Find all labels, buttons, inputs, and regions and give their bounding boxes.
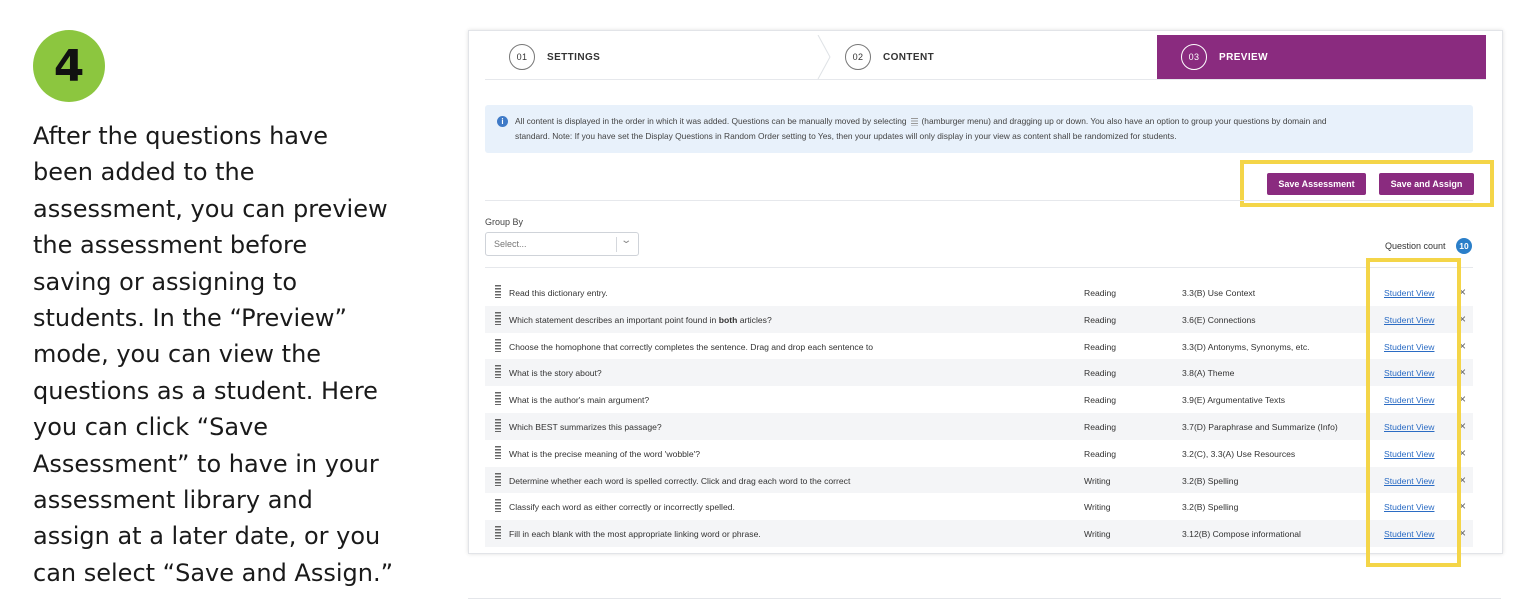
question-standard: 3.3(B) Use Context — [1182, 288, 1256, 298]
drag-handle-icon[interactable] — [495, 418, 501, 432]
divider — [485, 267, 1473, 268]
instruction-line: been added to the — [33, 158, 255, 187]
step-number: 02 — [845, 44, 871, 70]
step-label: SETTINGS — [547, 51, 601, 63]
question-row[interactable]: What is the story about? Reading 3.8(A) … — [485, 359, 1473, 387]
question-text: Determine whether each word is spelled c… — [509, 475, 851, 486]
question-text: Which BEST summarizes this passage? — [509, 421, 662, 432]
question-text: Which statement describes an important p… — [509, 315, 772, 325]
question-row[interactable]: Fill in each blank with the most appropr… — [485, 520, 1473, 547]
question-domain: Reading — [1084, 288, 1117, 298]
assessment-preview-panel: 01 SETTINGS 02 CONTENT 03 PREVIEW i All … — [468, 30, 1503, 554]
instruction-text: After the questions have been added to t… — [33, 118, 423, 591]
question-count-label: Question count — [1385, 241, 1446, 251]
question-domain: Reading — [1084, 368, 1117, 379]
question-standard: 3.3(D) Antonyms, Synonyms, etc. — [1182, 341, 1310, 352]
drag-handle-icon[interactable] — [495, 499, 501, 513]
question-text: Read this dictionary entry. — [509, 288, 608, 298]
question-row[interactable]: Classify each word as either correctly o… — [485, 493, 1473, 520]
question-text: Classify each word as either correctly o… — [509, 502, 735, 513]
question-row[interactable]: Which statement describes an important p… — [485, 305, 1473, 333]
question-text-part: articles? — [737, 314, 772, 325]
question-list: Read this dictionary entry. Reading 3.3(… — [485, 279, 1473, 547]
drag-handle-icon[interactable] — [495, 445, 501, 459]
instruction-line: assessment, you can preview — [33, 194, 388, 223]
instruction-line: mode, you can view the — [33, 340, 322, 369]
instruction-line: assessment library and — [33, 486, 313, 515]
question-standard: 3.2(B) Spelling — [1182, 475, 1239, 486]
question-text: What is the story about? — [509, 368, 602, 379]
question-text: What is the author's main argument? — [509, 395, 650, 406]
step-number: 03 — [1181, 44, 1207, 70]
question-domain: Reading — [1084, 341, 1117, 352]
question-standard: 3.9(E) Argumentative Texts — [1182, 395, 1286, 406]
question-row[interactable]: What is the author's main argument? Read… — [485, 386, 1473, 413]
instruction-line: assign at a later date, or you — [33, 522, 381, 551]
select-placeholder: Select... — [494, 239, 527, 249]
question-standard: 3.6(E) Connections — [1182, 314, 1256, 325]
drag-handle-icon[interactable] — [495, 472, 501, 486]
instruction-line: you can click “Save — [33, 413, 269, 442]
question-domain: Writing — [1084, 529, 1111, 540]
question-row[interactable]: Read this dictionary entry. Reading 3.3(… — [485, 279, 1473, 306]
question-text: What is the precise meaning of the word … — [509, 448, 701, 459]
question-count-badge: 10 — [1456, 238, 1472, 254]
instruction-line: saving or assigning to — [33, 267, 297, 296]
question-standard: 3.8(A) Theme — [1182, 368, 1235, 379]
group-by-select[interactable]: Select... ⌄ — [485, 232, 639, 256]
step-divider-chevron-icon — [817, 35, 831, 79]
question-standard: 3.2(B) Spelling — [1182, 502, 1239, 513]
info-line-2: standard. Note: If you have set the Disp… — [515, 131, 1177, 141]
question-text-part: Which statement describes an important p… — [509, 314, 719, 325]
question-domain: Reading — [1084, 448, 1117, 459]
chevron-down-icon: ⌄ — [620, 235, 633, 246]
question-domain: Reading — [1084, 395, 1117, 406]
question-domain: Writing — [1084, 475, 1111, 486]
drag-handle-icon[interactable] — [495, 311, 501, 325]
drag-handle-icon[interactable] — [495, 365, 501, 379]
question-row[interactable]: What is the precise meaning of the word … — [485, 440, 1473, 467]
step-settings[interactable]: 01 SETTINGS — [509, 35, 600, 79]
drag-handle-icon[interactable] — [495, 338, 501, 352]
question-row[interactable]: Determine whether each word is spelled c… — [485, 466, 1473, 494]
info-text: All content is displayed in the order in… — [515, 116, 907, 126]
step-number-badge: 4 — [33, 30, 105, 102]
step-content[interactable]: 02 CONTENT — [845, 35, 934, 79]
next-panel-edge — [468, 598, 1501, 603]
question-domain: Reading — [1084, 314, 1117, 325]
question-domain: Reading — [1084, 421, 1117, 432]
instruction-line: the assessment before — [33, 231, 308, 260]
step-number: 01 — [509, 44, 535, 70]
step-label: CONTENT — [883, 51, 935, 63]
step-preview-active[interactable]: 03 PREVIEW — [1157, 35, 1486, 79]
info-icon: i — [497, 116, 508, 127]
divider — [485, 200, 1473, 201]
info-text: (hamburger menu) and dragging up or down… — [921, 116, 1327, 126]
hamburger-menu-icon — [910, 117, 918, 126]
step-label: PREVIEW — [1219, 51, 1268, 63]
instruction-line: can select “Save and Assign.” — [33, 558, 394, 587]
instruction-line: Assessment” to have in your — [33, 449, 379, 478]
drag-handle-icon[interactable] — [495, 392, 501, 406]
question-row[interactable]: Which BEST summarizes this passage? Read… — [485, 412, 1473, 440]
question-text: Fill in each blank with the most appropr… — [509, 529, 761, 540]
wizard-stepper: 01 SETTINGS 02 CONTENT 03 PREVIEW — [485, 35, 1486, 80]
question-text-bold: both — [718, 314, 738, 325]
instruction-line: After the questions have — [33, 122, 328, 150]
drag-handle-icon[interactable] — [495, 285, 501, 298]
question-domain: Writing — [1084, 502, 1111, 513]
highlight-box-student-view — [1366, 258, 1461, 567]
select-separator — [616, 237, 617, 252]
group-by-label: Group By — [485, 217, 524, 227]
question-standard: 3.7(D) Paraphrase and Summarize (Info) — [1182, 421, 1338, 432]
info-line-1: All content is displayed in the order in… — [515, 114, 1461, 129]
question-text: Choose the homophone that correctly comp… — [509, 341, 874, 352]
instruction-line: questions as a student. Here — [33, 376, 378, 405]
drag-handle-icon[interactable] — [495, 526, 501, 540]
question-standard: 3.2(C), 3.3(A) Use Resources — [1182, 448, 1296, 459]
question-row[interactable]: Choose the homophone that correctly comp… — [485, 333, 1473, 360]
instruction-line: students. In the “Preview” — [33, 304, 347, 333]
question-standard: 3.12(B) Compose informational — [1182, 529, 1301, 540]
info-banner: i All content is displayed in the order … — [485, 105, 1473, 153]
